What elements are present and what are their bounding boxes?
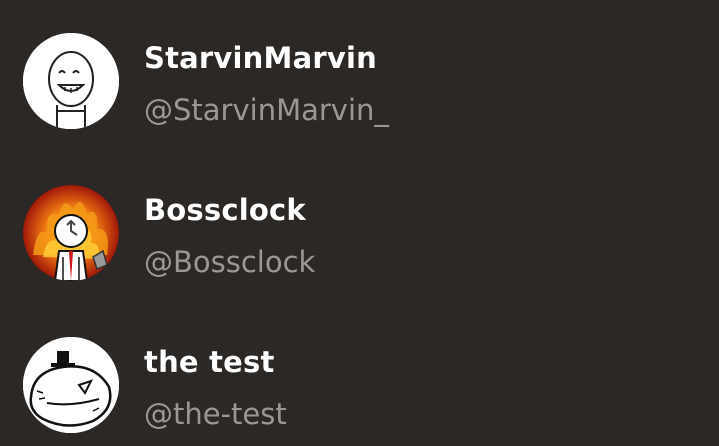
doodle-face-avatar-icon[interactable] [23, 33, 119, 129]
user-handle: @Bossclock [144, 245, 316, 279]
user-row-starvinmarvin[interactable]: StarvinMarvin @StarvinMarvin_ [0, 20, 719, 150]
display-name: the test [144, 345, 275, 379]
user-list: StarvinMarvin @StarvinMarvin_ Bossclock … [0, 0, 719, 446]
user-row-bossclock[interactable]: Bossclock @Bossclock [0, 172, 719, 302]
display-name: Bossclock [144, 193, 306, 227]
hat-blob-avatar-icon[interactable] [23, 337, 119, 433]
user-handle: @the-test [144, 397, 287, 431]
user-handle: @StarvinMarvin_ [144, 93, 389, 127]
display-name: StarvinMarvin [144, 41, 377, 75]
fire-clock-avatar-icon[interactable] [23, 185, 119, 281]
user-row-the-test[interactable]: the test @the-test [0, 324, 719, 446]
